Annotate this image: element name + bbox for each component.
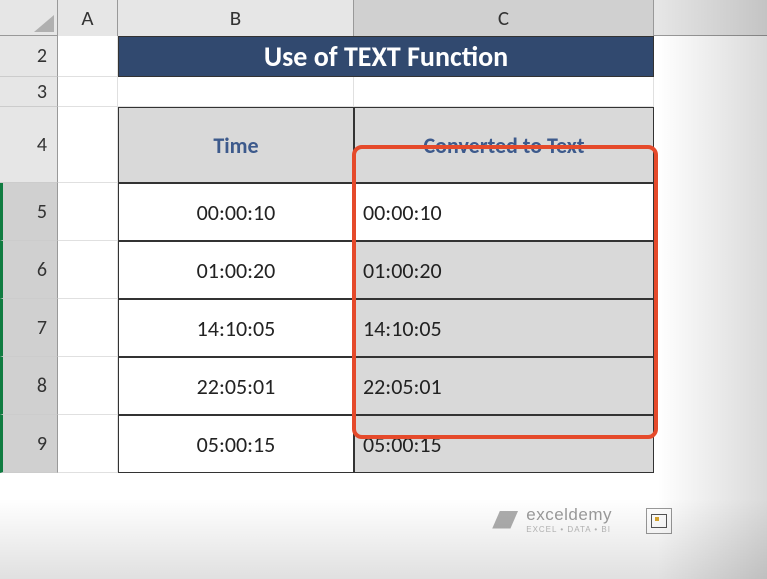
cell-c7[interactable]: 14:10:05 <box>354 299 654 357</box>
cell-c5[interactable]: 00:00:10 <box>354 183 654 241</box>
cell-c6[interactable]: 01:00:20 <box>354 241 654 299</box>
row-header-3[interactable]: 3 <box>0 77 58 107</box>
cell-a9[interactable] <box>58 415 118 473</box>
column-headers-row: A B C <box>0 0 767 36</box>
watermark-logo-icon <box>492 511 518 529</box>
cell-b8[interactable]: 22:05:01 <box>118 357 354 415</box>
cell-b5[interactable]: 00:00:10 <box>118 183 354 241</box>
quick-analysis-button[interactable] <box>646 508 672 534</box>
cell-c9[interactable]: 05:00:15 <box>354 415 654 473</box>
row-header-4[interactable]: 4 <box>0 107 58 183</box>
cell-c8[interactable]: 22:05:01 <box>354 357 654 415</box>
column-header-c[interactable]: C <box>354 0 654 36</box>
row-header-5[interactable]: 5 <box>0 183 58 241</box>
cell-a6[interactable] <box>58 241 118 299</box>
cell-c3[interactable] <box>354 77 654 107</box>
cell-b7[interactable]: 14:10:05 <box>118 299 354 357</box>
cell-a3[interactable] <box>58 77 118 107</box>
row-header-7[interactable]: 7 <box>0 299 58 357</box>
cell-a5[interactable] <box>58 183 118 241</box>
watermark-name: exceldemy <box>526 505 612 525</box>
cell-a4[interactable] <box>58 107 118 183</box>
cell-a2[interactable] <box>58 36 118 77</box>
watermark-tag: EXCEL • DATA • BI <box>526 525 612 534</box>
watermark: exceldemy EXCEL • DATA • BI <box>492 505 612 534</box>
row-headers: 2 3 4 5 6 7 8 9 <box>0 36 58 473</box>
column-header-b[interactable]: B <box>118 0 354 36</box>
row-header-6[interactable]: 6 <box>0 241 58 299</box>
cell-b6[interactable]: 01:00:20 <box>118 241 354 299</box>
column-header-a[interactable]: A <box>58 0 118 36</box>
spreadsheet-view: A B C 2 3 4 5 6 7 8 9 Use of TEXT Functi… <box>0 0 767 579</box>
title-cell[interactable]: Use of TEXT Function <box>118 36 654 77</box>
header-converted[interactable]: Converted to Text <box>354 107 654 183</box>
cell-a7[interactable] <box>58 299 118 357</box>
row-header-2[interactable]: 2 <box>0 36 58 77</box>
row-header-8[interactable]: 8 <box>0 357 58 415</box>
cell-a8[interactable] <box>58 357 118 415</box>
row-header-9[interactable]: 9 <box>0 415 58 473</box>
cell-b3[interactable] <box>118 77 354 107</box>
quick-analysis-icon <box>651 514 667 528</box>
select-all-corner[interactable] <box>0 0 58 36</box>
cell-grid: Use of TEXT Function Time Converted to T… <box>58 36 767 579</box>
cell-b9[interactable]: 05:00:15 <box>118 415 354 473</box>
header-time[interactable]: Time <box>118 107 354 183</box>
